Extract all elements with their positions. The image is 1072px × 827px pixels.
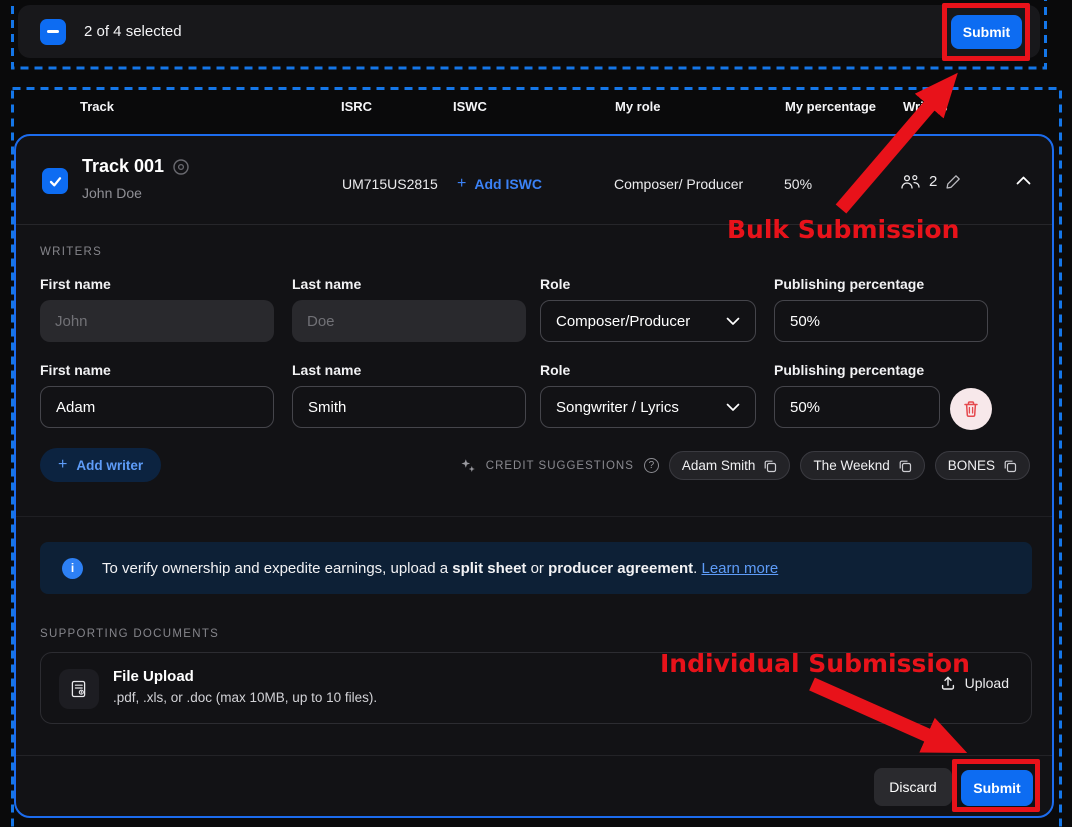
writer2-role-field: Role Songwriter / Lyrics (540, 362, 756, 428)
column-header-iswc: ISWC (453, 99, 487, 114)
copy-icon (763, 459, 777, 473)
learn-more-link[interactable]: Learn more (702, 560, 779, 577)
writer1-role-field: Role Composer/Producer (540, 276, 756, 342)
info-banner: i To verify ownership and expedite earni… (40, 542, 1032, 594)
publishing-percentage-label: Publishing percentage (774, 362, 940, 378)
collapse-row-button[interactable] (1016, 176, 1031, 185)
file-icon-box (59, 669, 99, 709)
edit-writers-button[interactable] (945, 173, 962, 190)
writer2-last-name-field: Last name (292, 362, 526, 428)
first-name-label: First name (40, 362, 274, 378)
bulk-submission-annotation: Bulk Submission (727, 215, 959, 244)
credit-suggestion-chip[interactable]: Adam Smith (669, 451, 791, 480)
individual-submission-annotation: Individual Submission (660, 649, 970, 678)
select-all-checkbox[interactable] (40, 19, 66, 45)
supporting-documents-heading: SUPPORTING DOCUMENTS (40, 628, 219, 640)
column-header-writers: Writers (903, 99, 948, 114)
delete-writer-button[interactable] (950, 388, 992, 430)
copy-icon (1003, 459, 1017, 473)
divider (16, 755, 1052, 756)
writer1-last-name-field: Last name (292, 276, 526, 342)
column-header-isrc: ISRC (341, 99, 372, 114)
add-writer-button[interactable]: + Add writer (40, 448, 161, 482)
role-label: Role (540, 362, 756, 378)
indeterminate-minus-icon (47, 30, 59, 33)
track-artist: John Doe (82, 185, 142, 201)
writer2-role-select[interactable]: Songwriter / Lyrics (540, 386, 756, 428)
document-clip-icon (69, 679, 89, 699)
writers-count: 2 (929, 173, 937, 190)
writer1-first-name-field: First name (40, 276, 274, 342)
column-header-track: Track (80, 99, 114, 114)
last-name-label: Last name (292, 362, 526, 378)
track-isrc-value: UM715US2815 (342, 176, 438, 192)
writer2-first-name-field: First name (40, 362, 274, 428)
last-name-label: Last name (292, 276, 526, 292)
file-upload-title: File Upload (113, 668, 194, 685)
selected-count-label: 2 of 4 selected (84, 23, 182, 40)
credit-suggestion-chip[interactable]: BONES (935, 451, 1030, 480)
publishing-percentage-label: Publishing percentage (774, 276, 988, 292)
column-header-my-percentage: My percentage (785, 99, 876, 114)
chevron-down-icon (726, 317, 740, 326)
track-my-percentage: 50% (784, 176, 812, 192)
writer1-percentage-input[interactable] (774, 300, 988, 342)
bulk-action-bar: 2 of 4 selected (18, 5, 1040, 58)
check-icon (48, 174, 63, 189)
writer2-first-name-input[interactable] (40, 386, 274, 428)
plus-icon: + (58, 457, 67, 473)
column-header-my-role: My role (615, 99, 661, 114)
writer2-percentage-input[interactable] (774, 386, 940, 428)
pencil-icon (945, 173, 962, 190)
page: 2 of 4 selected Edit Discard Submit Trac… (0, 0, 1072, 827)
writer1-role-select[interactable]: Composer/Producer (540, 300, 756, 342)
track-title: Track 001 (82, 156, 164, 177)
credit-suggestion-chip[interactable]: The Weeknd (800, 451, 924, 480)
writer1-first-name-input[interactable] (40, 300, 274, 342)
info-banner-text: To verify ownership and expedite earning… (102, 560, 778, 577)
track-checkbox[interactable] (42, 168, 68, 194)
bulk-submit-button[interactable]: Submit (951, 15, 1022, 49)
writer1-last-name-input[interactable] (292, 300, 526, 342)
add-iswc-button[interactable]: + Add ISWC (457, 176, 542, 192)
copy-icon (898, 459, 912, 473)
credit-suggestions-row: CREDIT SUGGESTIONS ? Adam Smith The Week… (460, 451, 1030, 480)
track-my-role: Composer/ Producer (614, 176, 743, 192)
writers-group-icon (900, 174, 921, 190)
plus-icon: + (457, 176, 466, 192)
writer2-percentage-field: Publishing percentage (774, 362, 940, 428)
writer1-percentage-field: Publishing percentage (774, 276, 988, 342)
sparkle-icon (460, 458, 476, 474)
writer2-last-name-input[interactable] (292, 386, 526, 428)
role-label: Role (540, 276, 756, 292)
divider (16, 516, 1052, 517)
disc-icon (172, 158, 190, 176)
file-upload-hint: .pdf, .xls, or .doc (max 10MB, up to 10 … (113, 690, 377, 705)
chevron-down-icon (726, 403, 740, 412)
credit-suggestions-label: CREDIT SUGGESTIONS (486, 460, 634, 472)
track-discard-button[interactable]: Discard (874, 768, 952, 806)
individual-submit-highlight-box (952, 759, 1040, 812)
trash-icon (963, 400, 979, 418)
chevron-up-icon (1016, 176, 1031, 185)
info-icon: i (62, 558, 83, 579)
first-name-label: First name (40, 276, 274, 292)
help-icon[interactable]: ? (644, 458, 659, 473)
writers-section-heading: WRITERS (40, 246, 102, 258)
